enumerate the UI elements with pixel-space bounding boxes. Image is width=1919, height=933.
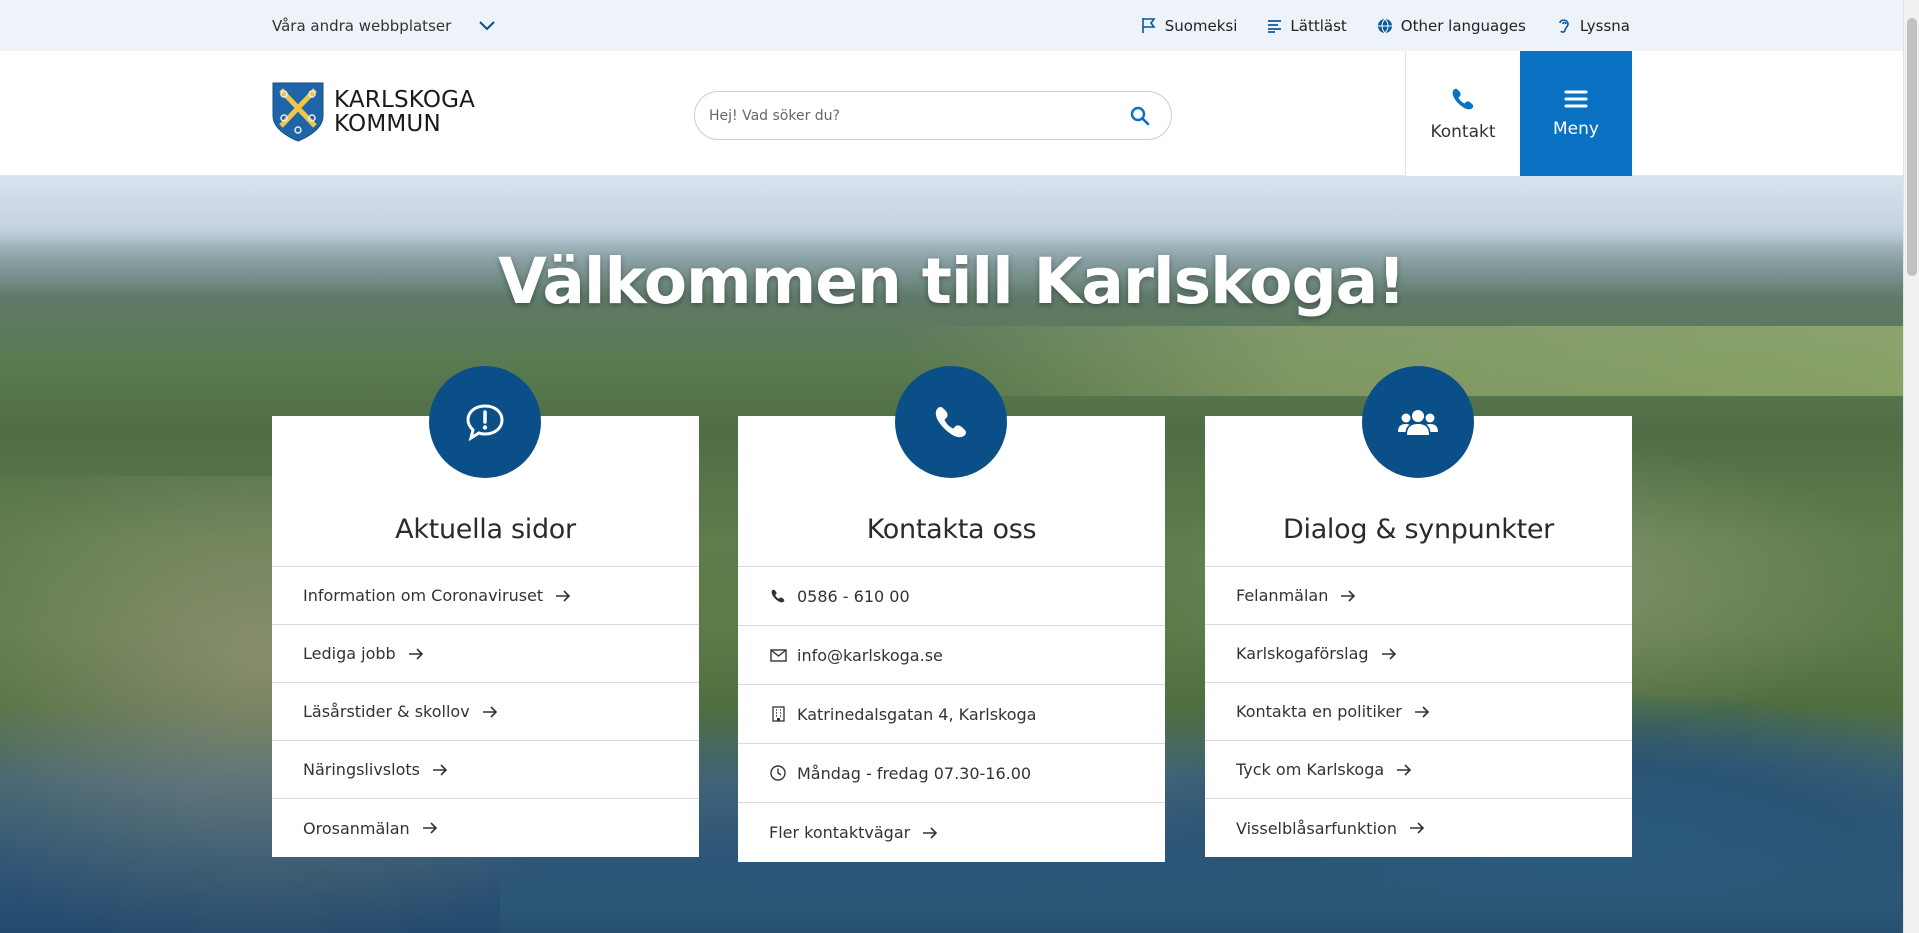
list-item[interactable]: Orosanmälan	[272, 799, 699, 857]
arrow-right-icon	[555, 589, 571, 602]
opening-hours-item: Måndag - fredag 07.30-16.00	[738, 744, 1165, 803]
flag-icon	[1141, 18, 1156, 33]
card-badge	[895, 366, 1007, 478]
menu-button[interactable]: Meny	[1520, 51, 1632, 176]
lattlast-link[interactable]: Lättläst	[1267, 16, 1347, 35]
page-scrollbar[interactable]	[1903, 0, 1919, 933]
card-kontakta-oss: Kontakta oss 0586 - 610 00 info@karlskog…	[738, 366, 1165, 862]
speech-bubble-exclamation-icon	[466, 404, 504, 441]
list-item[interactable]: Lediga jobb	[272, 625, 699, 683]
building-icon	[769, 706, 787, 722]
list-item[interactable]: Kontakta en politiker	[1205, 683, 1632, 741]
search-input[interactable]	[709, 107, 1125, 124]
arrow-right-icon	[1414, 705, 1430, 718]
contact-label: Kontakt	[1430, 121, 1496, 142]
card-title: Aktuella sidor	[395, 514, 576, 545]
suomeksi-link[interactable]: Suomeksi	[1141, 16, 1238, 35]
logo[interactable]: KARLSKOGA KOMMUN	[272, 82, 475, 142]
card-aktuella-sidor: Aktuella sidor Information om Coronaviru…	[272, 366, 699, 857]
clock-icon	[769, 765, 787, 781]
phone-number-item[interactable]: 0586 - 610 00	[738, 567, 1165, 626]
lines-icon	[1268, 19, 1282, 33]
arrow-right-icon	[408, 647, 424, 660]
list-item[interactable]: Felanmälan	[1205, 567, 1632, 625]
card-badge	[1362, 366, 1474, 478]
link-label: Felanmälan	[1236, 586, 1329, 605]
arrow-right-icon	[1409, 822, 1425, 834]
link-label: Fler kontaktvägar	[769, 823, 911, 842]
list-item[interactable]: Information om Coronaviruset	[272, 567, 699, 625]
link-label: Läsårstider & skollov	[303, 702, 470, 721]
list-item[interactable]: Visselblåsarfunktion	[1205, 799, 1632, 857]
arrow-right-icon	[922, 826, 938, 839]
phone-icon	[769, 588, 787, 604]
list-item[interactable]: Tyck om Karlskoga	[1205, 741, 1632, 799]
list-item[interactable]: Karlskogaförslag	[1205, 625, 1632, 683]
hero-section: Välkommen till Karlskoga! Aktuella sidor…	[0, 176, 1903, 933]
list-item[interactable]: Läsårstider & skollov	[272, 683, 699, 741]
email-address: info@karlskoga.se	[797, 645, 943, 665]
lattlast-label: Lättläst	[1290, 16, 1347, 35]
link-label: Information om Coronaviruset	[303, 586, 544, 605]
arrow-right-icon	[1396, 763, 1412, 776]
link-label: Orosanmälan	[303, 818, 410, 838]
hamburger-icon	[1564, 90, 1588, 107]
card-title: Dialog & synpunkter	[1283, 514, 1554, 545]
contact-button[interactable]: Kontakt	[1405, 51, 1520, 176]
link-label: Lediga jobb	[303, 644, 396, 663]
hero-title: Välkommen till Karlskoga!	[498, 245, 1406, 318]
link-label: Visselblåsarfunktion	[1236, 818, 1397, 838]
card-link-list: Felanmälan Karlskogaförslag Kontakta en …	[1205, 566, 1632, 857]
utility-links: Suomeksi Lättläst Other languages Lyssna	[1141, 0, 1630, 51]
users-icon	[1398, 410, 1438, 435]
menu-label: Meny	[1553, 118, 1599, 139]
contact-info-list: 0586 - 610 00 info@karlskoga.se Katrined…	[738, 566, 1165, 862]
more-contact-link[interactable]: Fler kontaktvägar	[738, 803, 1165, 862]
email-item[interactable]: info@karlskoga.se	[738, 626, 1165, 685]
card-dialog-synpunkter: Dialog & synpunkter Felanmälan Karlskoga…	[1205, 366, 1632, 857]
site-header: KARLSKOGA KOMMUN Kontakt Meny	[0, 51, 1903, 176]
arrow-right-icon	[432, 763, 448, 776]
link-label: Karlskogaförslag	[1236, 644, 1369, 663]
ear-icon	[1559, 19, 1569, 33]
opening-hours-text: Måndag - fredag 07.30-16.00	[797, 763, 1032, 783]
other-sites-dropdown[interactable]: Våra andra webbplatser	[272, 0, 495, 51]
card-title: Kontakta oss	[866, 514, 1037, 545]
search-icon	[1130, 106, 1150, 125]
phone-number: 0586 - 610 00	[797, 586, 910, 606]
logo-line-1: KARLSKOGA	[334, 87, 476, 113]
card-badge	[429, 366, 541, 478]
scrollbar-thumb[interactable]	[1907, 18, 1917, 276]
logo-text: KARLSKOGA KOMMUN	[334, 88, 475, 136]
hero-background-sky	[0, 176, 1903, 246]
logo-line-2: KOMMUN	[334, 111, 441, 137]
link-label: Kontakta en politiker	[1236, 702, 1402, 721]
phone-icon	[1452, 88, 1474, 109]
other-sites-label: Våra andra webbplatser	[272, 16, 452, 35]
globe-icon	[1377, 18, 1392, 33]
other-languages-label: Other languages	[1400, 16, 1526, 35]
other-languages-link[interactable]: Other languages	[1377, 17, 1526, 35]
card-link-list: Information om Coronaviruset Lediga jobb…	[272, 566, 699, 857]
search-button[interactable]	[1125, 101, 1155, 131]
search-box	[694, 91, 1172, 140]
utility-bar: Våra andra webbplatser Suomeksi Lättläst…	[0, 0, 1903, 51]
arrow-right-icon	[1340, 589, 1356, 602]
lyssna-label: Lyssna	[1579, 16, 1630, 35]
hero-background-water	[500, 816, 1900, 933]
coat-of-arms-icon	[272, 82, 324, 142]
address-text: Katrinedalsgatan 4, Karlskoga	[797, 704, 1037, 724]
arrow-right-icon	[482, 705, 498, 718]
chevron-down-icon	[479, 20, 495, 30]
link-label: Tyck om Karlskoga	[1236, 760, 1385, 779]
link-label: Näringslivslots	[303, 760, 420, 779]
lyssna-link[interactable]: Lyssna	[1556, 17, 1630, 35]
phone-icon	[935, 407, 966, 438]
address-item: Katrinedalsgatan 4, Karlskoga	[738, 685, 1165, 744]
arrow-right-icon	[422, 822, 438, 834]
list-item[interactable]: Näringslivslots	[272, 741, 699, 799]
envelope-icon	[769, 648, 787, 662]
arrow-right-icon	[1381, 647, 1397, 660]
suomeksi-label: Suomeksi	[1164, 16, 1238, 35]
